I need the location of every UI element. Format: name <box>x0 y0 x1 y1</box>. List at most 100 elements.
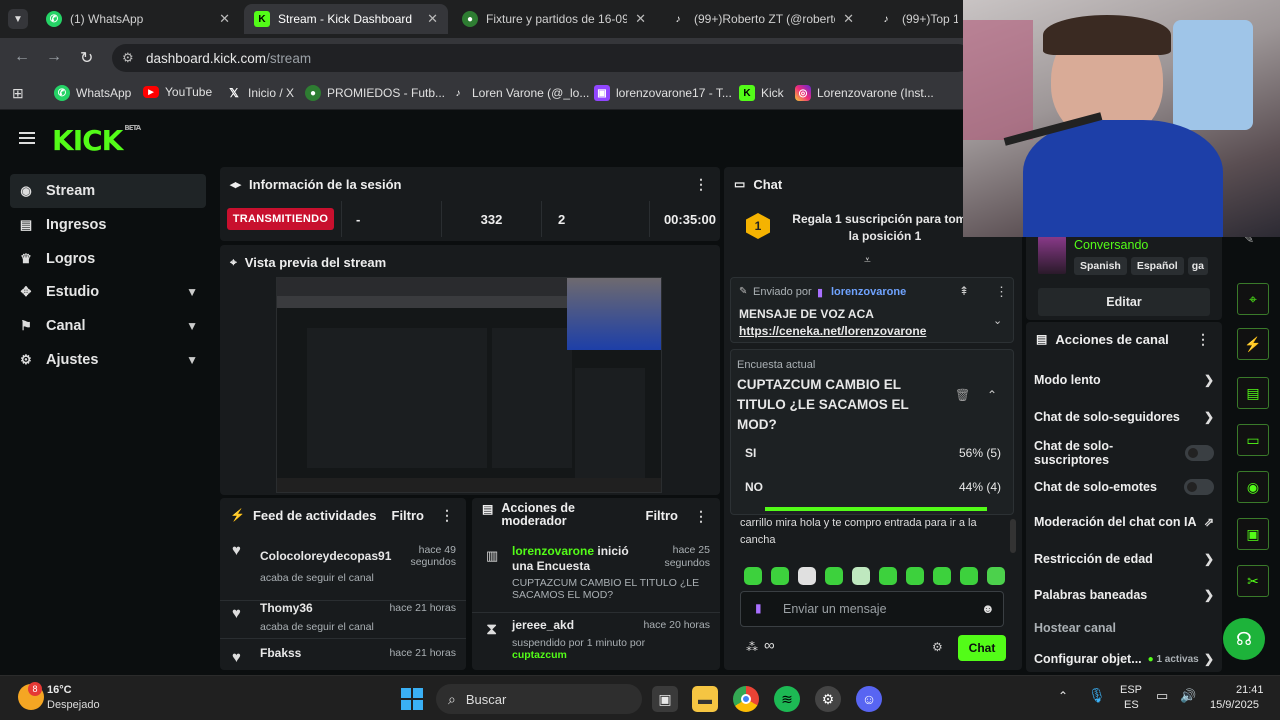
action-configure-goals[interactable]: Configurar objet... ● 1 activas ❯ <box>1034 650 1214 668</box>
chevron-up-icon[interactable]: ⌃ <box>1058 689 1068 703</box>
send-chat-button[interactable]: Chat <box>958 635 1006 661</box>
chevron-down-icon[interactable]: ⌄ <box>993 314 1002 327</box>
bookmark-tiktok[interactable]: ♪ Loren Varone (@_lo... <box>450 85 590 101</box>
sidebar-item-logros[interactable]: ♛ Logros <box>10 242 206 276</box>
bookmark-x[interactable]: 𝕏 Inicio / X <box>226 85 294 101</box>
stream-preview-video[interactable] <box>276 277 662 493</box>
emoji-icon[interactable]: ☻ <box>981 601 995 616</box>
task-view-button[interactable]: ▣ <box>652 686 678 712</box>
rail-camera-button[interactable]: ▣ <box>1237 518 1269 550</box>
gift-leaderboard-text[interactable]: Regala 1 suscripción para tomar la posic… <box>790 211 980 245</box>
emote-icon[interactable] <box>798 567 816 585</box>
feed-filter-button[interactable]: Filtro <box>392 508 425 523</box>
sidebar-item-stream[interactable]: ◉ Stream <box>10 174 206 208</box>
tab-kick-dashboard[interactable]: K Stream - Kick Dashboard ✕ <box>244 4 448 34</box>
sidebar-item-canal[interactable]: ⚑ Canal ▼ <box>10 309 206 343</box>
menu-icon[interactable] <box>19 132 35 144</box>
tag[interactable]: ga <box>1187 257 1208 275</box>
chat-scrollbar[interactable] <box>1010 519 1016 553</box>
support-button[interactable]: ☊ <box>1223 618 1265 660</box>
emote-icon[interactable] <box>744 567 762 585</box>
emote-icon[interactable] <box>933 567 951 585</box>
chrome-button[interactable] <box>733 686 759 712</box>
sidebar-item-estudio[interactable]: ✥ Estudio ▼ <box>10 275 206 309</box>
emote-icon[interactable] <box>771 567 789 585</box>
tab-search-icon[interactable]: ▼ <box>8 9 28 29</box>
more-icon[interactable]: ⋮ <box>1196 331 1210 348</box>
rail-tools-button[interactable]: ✂ <box>1237 565 1269 597</box>
category-name[interactable]: Conversando <box>1074 238 1148 252</box>
bookmark-instagram[interactable]: ◎ Lorenzovarone (Inst... <box>795 85 934 101</box>
poll-option-si[interactable]: SI 56% (5) <box>731 440 1013 468</box>
action-followers-only[interactable]: Chat de solo-seguidores ❯ <box>1034 408 1214 426</box>
emote-icon[interactable] <box>879 567 897 585</box>
spotify-button[interactable]: ≋ <box>774 686 800 712</box>
emote-icon[interactable] <box>852 567 870 585</box>
language-code[interactable]: ESP <box>1120 684 1142 696</box>
action-slow-mode[interactable]: Modo lento ❯ <box>1034 371 1214 389</box>
chevron-up-icon[interactable]: ⌃ <box>987 388 997 402</box>
clock-time[interactable]: 21:41 <box>1236 684 1264 696</box>
rail-chat-button[interactable]: ▭ <box>1237 424 1269 456</box>
more-icon[interactable]: ⋮ <box>694 508 708 525</box>
steam-button[interactable]: ⚙ <box>815 686 841 712</box>
discord-button[interactable]: ☺ <box>856 686 882 712</box>
channel-points-icon[interactable]: ⁂ <box>746 640 758 654</box>
bookmark-twitch[interactable]: ▣ lorenzovarone17 - T... <box>594 85 732 101</box>
pin-toggle-icon[interactable]: ⇞ <box>959 284 969 298</box>
tab-promiedos[interactable]: ● Fixture y partidos de 16-09-2 ✕ <box>452 4 656 34</box>
action-banned-words[interactable]: Palabras baneadas ❯ <box>1034 586 1214 604</box>
rail-raid-button[interactable]: ⌖ <box>1237 283 1269 315</box>
chat-settings-icon[interactable]: ⚙ <box>932 640 943 654</box>
network-icon[interactable]: ▭ <box>1156 688 1168 704</box>
emotes-only-toggle[interactable] <box>1184 479 1214 495</box>
bookmark-whatsapp[interactable]: ✆ WhatsApp <box>54 85 131 101</box>
bookmark-youtube[interactable]: ▶ YouTube <box>143 85 212 99</box>
rail-bolt-button[interactable]: ⚡ <box>1237 328 1269 360</box>
action-host-channel[interactable]: Hostear canal <box>1034 619 1214 637</box>
emote-icon[interactable] <box>906 567 924 585</box>
pinned-link[interactable]: https://ceneka.net/lorenzovarone <box>739 324 926 338</box>
rail-notes-button[interactable]: ▤ <box>1237 377 1269 409</box>
bookmark-promiedos[interactable]: ● PROMIEDOS - Futb... <box>305 85 445 101</box>
collapse-icon[interactable]: ⩡ <box>864 253 871 268</box>
tab-tiktok-top10[interactable]: ♪ (99+)Top 10 F <box>868 4 968 34</box>
poll-option-no[interactable]: NO 44% (4) <box>731 474 1013 502</box>
category-thumbnail[interactable] <box>1038 236 1066 274</box>
start-button[interactable] <box>399 686 425 712</box>
subscribers-only-toggle[interactable] <box>1184 445 1214 461</box>
tag[interactable]: Spanish <box>1074 257 1127 275</box>
sidebar-item-ingresos[interactable]: ▤ Ingresos <box>10 208 206 242</box>
sidebar-item-ajustes[interactable]: ⚙ Ajustes ▼ <box>10 343 206 377</box>
volume-icon[interactable]: 🔊 <box>1180 688 1196 704</box>
file-explorer-button[interactable]: ▬ <box>692 686 718 712</box>
bookmark-kick[interactable]: K Kick <box>739 85 784 101</box>
url-input[interactable]: ⚙ dashboard.kick.com/stream <box>112 44 972 72</box>
site-info-icon[interactable]: ⚙ <box>122 50 134 66</box>
trash-icon[interactable]: 🗑 <box>955 388 970 402</box>
chat-input[interactable]: ▮ Enviar un mensaje ☻ <box>740 591 1004 627</box>
reload-icon[interactable]: ↻ <box>80 48 93 68</box>
action-ai-moderation[interactable]: Moderación del chat con IA ⇗ <box>1034 513 1214 531</box>
tab-tiktok-roberto[interactable]: ♪ (99+)Roberto ZT (@roberto ✕ <box>660 4 864 34</box>
emote-icon[interactable] <box>987 567 1005 585</box>
kick-logo[interactable]: KICK BETA <box>52 124 141 157</box>
more-icon[interactable]: ⋮ <box>694 176 708 193</box>
microphone-icon[interactable]: 🎙 <box>1088 687 1106 704</box>
tag[interactable]: Español <box>1130 257 1184 275</box>
emote-icon[interactable] <box>825 567 843 585</box>
more-icon[interactable]: ⋮ <box>440 507 454 524</box>
apps-grid-icon[interactable]: ⊞ <box>12 85 24 102</box>
emote-icon[interactable] <box>960 567 978 585</box>
close-icon[interactable]: ✕ <box>427 11 438 27</box>
taskbar-search[interactable]: ⌕ Buscar <box>436 684 642 714</box>
close-icon[interactable]: ✕ <box>635 11 646 27</box>
more-icon[interactable]: ⋮ <box>995 284 1008 300</box>
rail-broadcast-button[interactable]: ◉ <box>1237 471 1269 503</box>
mod-filter-button[interactable]: Filtro <box>646 508 679 523</box>
close-icon[interactable]: ✕ <box>219 11 230 27</box>
edit-button[interactable]: Editar <box>1038 288 1210 316</box>
action-age-restriction[interactable]: Restricción de edad ❯ <box>1034 550 1214 568</box>
forward-icon[interactable]: → <box>46 48 62 66</box>
tab-whatsapp[interactable]: ✆ (1) WhatsApp ✕ <box>36 4 240 34</box>
